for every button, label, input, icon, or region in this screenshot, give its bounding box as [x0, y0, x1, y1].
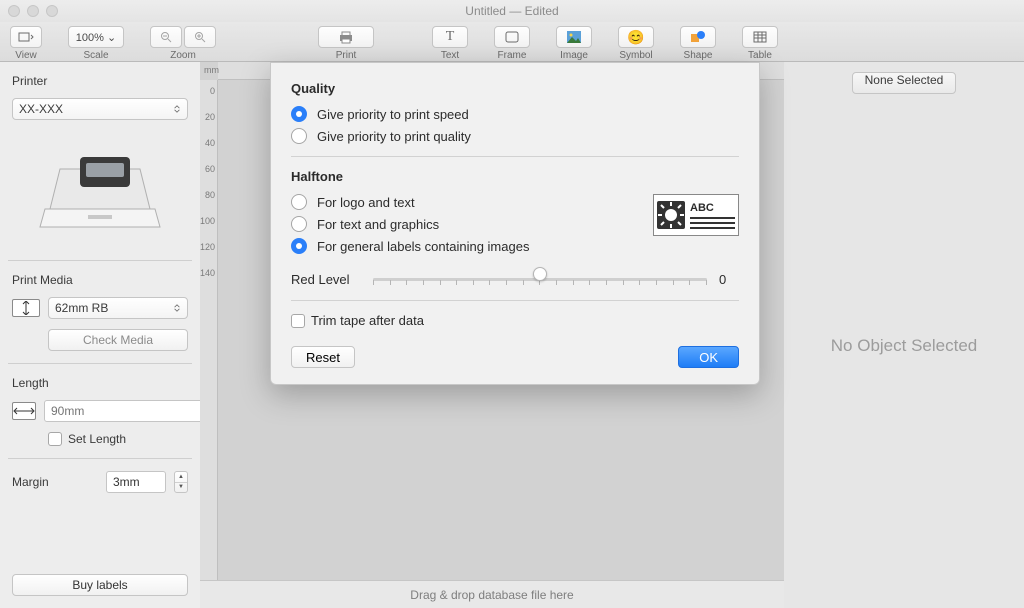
- quality-title: Quality: [291, 81, 739, 96]
- titlebar: Untitled — Edited: [0, 0, 1024, 22]
- set-length-checkbox[interactable]: Set Length: [48, 432, 188, 446]
- inspector-panel: None Selected No Object Selected: [784, 62, 1024, 608]
- halftone-images-radio[interactable]: For general labels containing images: [291, 238, 529, 254]
- frame-icon: [505, 31, 519, 43]
- zoom-out-icon: [160, 31, 172, 43]
- quality-quality-radio[interactable]: Give priority to print quality: [291, 128, 739, 144]
- halftone-sample-text: ABC: [690, 202, 735, 214]
- window-title: Untitled — Edited: [465, 4, 558, 18]
- traffic-close[interactable]: [8, 5, 20, 17]
- chevron-updown-icon: [173, 304, 181, 312]
- halftone-logo-radio[interactable]: For logo and text: [291, 194, 529, 210]
- zoom-out-button[interactable]: [150, 26, 182, 48]
- radio-icon: [291, 216, 307, 232]
- halftone-preview: ABC: [653, 194, 739, 236]
- media-select[interactable]: 62mm RB: [48, 297, 188, 319]
- scale-label: Scale: [83, 50, 108, 61]
- trim-tape-label: Trim tape after data: [311, 313, 424, 328]
- zoom-label: Zoom: [170, 50, 196, 61]
- red-level-slider[interactable]: [373, 270, 707, 288]
- red-level-value: 0: [719, 272, 739, 287]
- text-button[interactable]: T: [432, 26, 468, 48]
- radio-selected-icon: [291, 106, 307, 122]
- halftone-logo-label: For logo and text: [317, 195, 415, 210]
- shape-button[interactable]: [680, 26, 716, 48]
- print-media-label: Print Media: [12, 273, 188, 287]
- length-input[interactable]: [44, 400, 213, 422]
- printer-image: [20, 134, 180, 244]
- scale-dropdown[interactable]: 100% ⌄: [68, 26, 124, 48]
- set-length-label: Set Length: [68, 432, 126, 446]
- traffic-zoom[interactable]: [46, 5, 58, 17]
- zoom-in-icon: [194, 31, 206, 43]
- media-orientation-icon[interactable]: [12, 299, 40, 317]
- zoom-in-button[interactable]: [184, 26, 216, 48]
- image-label: Image: [560, 50, 588, 61]
- margin-stepper[interactable]: ▲▼: [174, 471, 188, 493]
- frame-label: Frame: [498, 50, 527, 61]
- text-label: Text: [441, 50, 459, 61]
- no-object-label: No Object Selected: [831, 94, 977, 598]
- table-label: Table: [748, 50, 772, 61]
- printer-section-label: Printer: [12, 74, 188, 88]
- ok-button[interactable]: OK: [678, 346, 739, 368]
- none-selected-button[interactable]: None Selected: [852, 72, 957, 94]
- shape-label: Shape: [684, 50, 713, 61]
- reset-button[interactable]: Reset: [291, 346, 355, 368]
- print-icon: [338, 30, 354, 44]
- symbol-label: Symbol: [619, 50, 652, 61]
- image-button[interactable]: [556, 26, 592, 48]
- ruler-vertical: 0 20 40 60 80 100 120 140: [200, 80, 218, 580]
- quality-speed-radio[interactable]: Give priority to print speed: [291, 106, 739, 122]
- shape-icon: [691, 31, 705, 43]
- table-icon: [753, 31, 767, 43]
- halftone-title: Halftone: [291, 169, 739, 184]
- quality-quality-label: Give priority to print quality: [317, 129, 471, 144]
- media-value: 62mm RB: [55, 301, 108, 315]
- halftone-images-label: For general labels containing images: [317, 239, 529, 254]
- symbol-button[interactable]: 😊: [618, 26, 654, 48]
- margin-label: Margin: [12, 475, 98, 489]
- length-icon: [12, 402, 36, 420]
- traffic-minimize[interactable]: [27, 5, 39, 17]
- chevron-updown-icon: [173, 105, 181, 113]
- text-icon: T: [446, 29, 455, 45]
- image-icon: [567, 31, 581, 43]
- sidebar: Printer XX-XXX Print Media: [0, 62, 200, 608]
- view-button[interactable]: [10, 26, 42, 48]
- print-label: Print: [336, 50, 357, 61]
- print-options-sheet: Quality Give priority to print speed Giv…: [270, 62, 760, 385]
- radio-selected-icon: [291, 238, 307, 254]
- length-label: Length: [12, 376, 188, 390]
- frame-button[interactable]: [494, 26, 530, 48]
- radio-icon: [291, 128, 307, 144]
- trim-tape-checkbox[interactable]: Trim tape after data: [291, 313, 739, 328]
- printer-select[interactable]: XX-XXX: [12, 98, 188, 120]
- window-controls: [8, 5, 58, 17]
- halftone-text-radio[interactable]: For text and graphics: [291, 216, 529, 232]
- printer-value: XX-XXX: [19, 102, 63, 116]
- check-media-button[interactable]: Check Media: [48, 329, 188, 351]
- buy-labels-button[interactable]: Buy labels: [12, 574, 188, 596]
- halftone-text-label: For text and graphics: [317, 217, 439, 232]
- table-button[interactable]: [742, 26, 778, 48]
- radio-icon: [291, 194, 307, 210]
- footer-status: Drag & drop database file here: [200, 580, 784, 608]
- quality-speed-label: Give priority to print speed: [317, 107, 469, 122]
- red-level-label: Red Level: [291, 272, 361, 287]
- toolbar: View 100% ⌄ Scale Zoom Print T Text Fram…: [0, 22, 1024, 62]
- ruler-unit: mm: [204, 65, 219, 75]
- margin-input[interactable]: [106, 471, 166, 493]
- symbol-icon: 😊: [627, 29, 644, 46]
- print-button[interactable]: [318, 26, 374, 48]
- view-label: View: [15, 50, 37, 61]
